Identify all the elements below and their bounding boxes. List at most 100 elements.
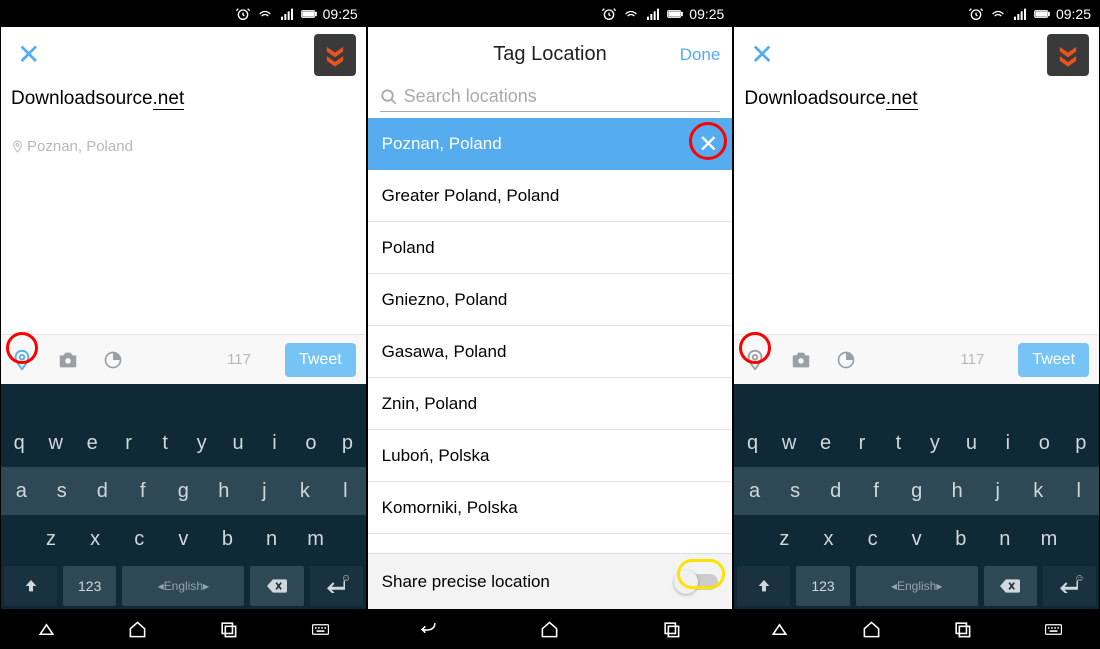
key-h[interactable]: h: [937, 480, 978, 503]
key-f[interactable]: f: [123, 480, 164, 503]
search-input[interactable]: Search locations: [380, 82, 721, 112]
app-badge[interactable]: [1047, 34, 1089, 76]
key-n[interactable]: n: [983, 528, 1027, 551]
remove-icon[interactable]: ✕: [698, 130, 718, 159]
key-l[interactable]: l: [1058, 480, 1099, 503]
key-w[interactable]: w: [771, 432, 807, 455]
compose-area[interactable]: Downloadsource.net: [734, 82, 1099, 334]
keyboard[interactable]: qwertyuiop asdfghjkl zxcvbnm 123 ◂ Engli…: [734, 384, 1099, 609]
key-f[interactable]: f: [856, 480, 897, 503]
tweet-button[interactable]: Tweet: [1018, 343, 1089, 377]
recent-icon[interactable]: [953, 620, 972, 639]
kb-row-bottom[interactable]: 123 ◂ English ▸ ☺: [734, 563, 1099, 609]
home-icon[interactable]: [862, 620, 881, 639]
recent-icon[interactable]: [219, 620, 238, 639]
location-item[interactable]: Komorniki, Polska: [368, 482, 733, 534]
key-q[interactable]: q: [734, 432, 770, 455]
location-item[interactable]: Luboń, Polska: [368, 430, 733, 482]
enter-key[interactable]: ☺: [1043, 566, 1096, 606]
key-k[interactable]: k: [1018, 480, 1059, 503]
keyboard-toggle-icon[interactable]: [1044, 620, 1063, 639]
location-item[interactable]: Znin, Poland: [368, 378, 733, 430]
close-icon[interactable]: ✕: [11, 38, 46, 71]
key-y[interactable]: y: [183, 432, 219, 455]
key-o[interactable]: o: [1026, 432, 1062, 455]
key-a[interactable]: a: [1, 480, 42, 503]
key-t[interactable]: t: [147, 432, 183, 455]
key-z[interactable]: z: [762, 528, 806, 551]
key-r[interactable]: r: [844, 432, 880, 455]
back-icon[interactable]: [770, 620, 789, 639]
key-w[interactable]: w: [37, 432, 73, 455]
space-key[interactable]: ◂ English ▸: [856, 566, 978, 606]
key-c[interactable]: c: [117, 528, 161, 551]
key-t[interactable]: t: [880, 432, 916, 455]
home-icon[interactable]: [128, 620, 147, 639]
kb-row2[interactable]: asdfghjkl: [734, 467, 1099, 515]
key-a[interactable]: a: [734, 480, 775, 503]
location-hint[interactable]: Poznan, Poland: [11, 138, 356, 155]
location-item[interactable]: Poland: [368, 222, 733, 274]
key-m[interactable]: m: [1027, 528, 1071, 551]
key-l[interactable]: l: [325, 480, 366, 503]
key-p[interactable]: p: [329, 432, 365, 455]
key-s[interactable]: s: [42, 480, 83, 503]
num-key[interactable]: 123: [63, 566, 116, 606]
home-icon[interactable]: [540, 620, 559, 639]
location-item-selected[interactable]: Poznan, Poland ✕: [368, 118, 733, 170]
key-i[interactable]: i: [256, 432, 292, 455]
key-c[interactable]: c: [851, 528, 895, 551]
back-icon[interactable]: [37, 620, 56, 639]
backspace-key[interactable]: [250, 566, 303, 606]
key-j[interactable]: j: [977, 480, 1018, 503]
key-j[interactable]: j: [244, 480, 285, 503]
key-b[interactable]: b: [205, 528, 249, 551]
key-g[interactable]: g: [163, 480, 204, 503]
key-e[interactable]: e: [74, 432, 110, 455]
camera-icon[interactable]: [57, 349, 79, 371]
kb-row1[interactable]: qwertyuiop: [734, 419, 1099, 467]
shift-key[interactable]: [737, 566, 790, 606]
location-icon[interactable]: [744, 349, 766, 371]
key-o[interactable]: o: [293, 432, 329, 455]
key-s[interactable]: s: [775, 480, 816, 503]
location-item[interactable]: Gniezno, Poland: [368, 274, 733, 326]
share-precise-toggle[interactable]: [676, 574, 718, 590]
key-d[interactable]: d: [82, 480, 123, 503]
keyboard-toggle-icon[interactable]: [311, 620, 330, 639]
key-q[interactable]: q: [1, 432, 37, 455]
recent-icon[interactable]: [662, 620, 681, 639]
key-v[interactable]: v: [895, 528, 939, 551]
back-icon[interactable]: [419, 620, 438, 639]
key-g[interactable]: g: [896, 480, 937, 503]
space-key[interactable]: ◂ English ▸: [122, 566, 244, 606]
kb-row-bottom[interactable]: 123 ◂ English ▸ ☺: [1, 563, 366, 609]
key-r[interactable]: r: [110, 432, 146, 455]
location-icon[interactable]: [11, 349, 33, 371]
enter-key[interactable]: ☺: [310, 566, 363, 606]
key-v[interactable]: v: [161, 528, 205, 551]
shift-key[interactable]: [4, 566, 57, 606]
app-badge[interactable]: [314, 34, 356, 76]
close-icon[interactable]: ✕: [744, 38, 779, 71]
key-b[interactable]: b: [939, 528, 983, 551]
key-u[interactable]: u: [953, 432, 989, 455]
key-x[interactable]: x: [73, 528, 117, 551]
backspace-key[interactable]: [984, 566, 1037, 606]
key-m[interactable]: m: [294, 528, 338, 551]
key-z[interactable]: z: [29, 528, 73, 551]
key-u[interactable]: u: [220, 432, 256, 455]
key-p[interactable]: p: [1063, 432, 1099, 455]
location-item[interactable]: Gasawa, Poland: [368, 326, 733, 378]
key-x[interactable]: x: [806, 528, 850, 551]
tweet-button[interactable]: Tweet: [285, 343, 356, 377]
kb-row1[interactable]: qwertyuiop: [1, 419, 366, 467]
pie-icon[interactable]: [836, 350, 856, 370]
pie-icon[interactable]: [103, 350, 123, 370]
location-item[interactable]: Greater Poland, Poland: [368, 170, 733, 222]
key-y[interactable]: y: [917, 432, 953, 455]
camera-icon[interactable]: [790, 349, 812, 371]
key-i[interactable]: i: [990, 432, 1026, 455]
keyboard[interactable]: qwertyuiop asdfghjkl zxcvbnm 123 ◂ Engli…: [1, 384, 366, 609]
done-button[interactable]: Done: [680, 45, 721, 65]
